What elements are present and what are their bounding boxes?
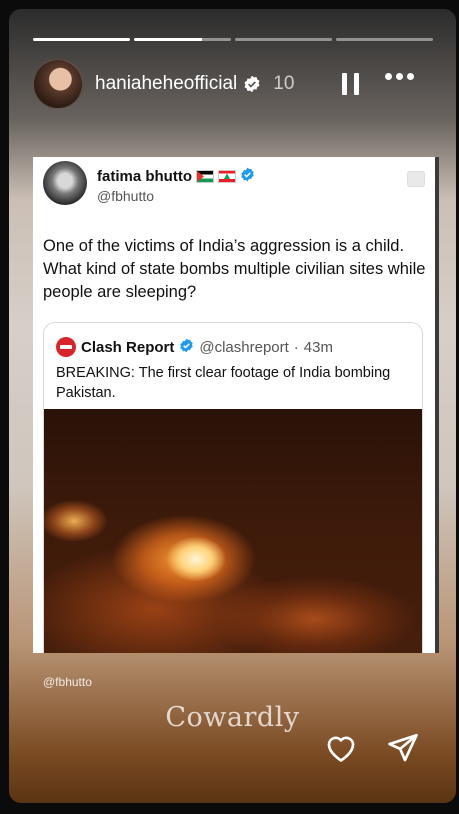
palestine-flag-icon bbox=[196, 170, 214, 183]
quoted-post-text: BREAKING: The first clear footage of Ind… bbox=[56, 365, 391, 401]
meta-separator: · bbox=[293, 338, 299, 356]
quoted-post-video-thumbnail[interactable] bbox=[44, 409, 422, 653]
verified-badge-icon bbox=[240, 167, 255, 186]
post-credit: @fbhutto bbox=[43, 675, 92, 689]
quoted-author-name: Clash Report bbox=[81, 338, 175, 356]
post-author-name: fatima bhutto bbox=[97, 168, 192, 185]
more-options-icon[interactable] bbox=[385, 73, 414, 80]
post-author-handle: @fbhutto bbox=[97, 188, 155, 204]
bookmark-icon bbox=[407, 171, 425, 187]
like-heart-icon[interactable] bbox=[324, 731, 358, 768]
post-author: fatima bhutto @fbhutto bbox=[43, 161, 255, 205]
story-frame: haniaheheofficial 10 fatima bhutto @fbhu… bbox=[9, 9, 456, 803]
progress-segment bbox=[336, 38, 433, 41]
verified-badge-icon bbox=[243, 75, 261, 93]
story-time: 10 bbox=[273, 73, 295, 94]
progress-segment bbox=[33, 38, 130, 41]
lebanon-flag-icon bbox=[218, 170, 236, 183]
quoted-post-time: 43m bbox=[303, 338, 333, 356]
progress-segment-active bbox=[134, 38, 231, 41]
progress-segment bbox=[235, 38, 332, 41]
story-username[interactable]: haniaheheofficial bbox=[95, 73, 237, 95]
clash-report-logo-icon bbox=[56, 337, 76, 357]
pause-icon[interactable] bbox=[339, 71, 363, 97]
send-direct-icon[interactable] bbox=[386, 732, 420, 769]
post-author-avatar bbox=[43, 161, 87, 205]
avatar[interactable] bbox=[33, 59, 83, 109]
story-caption: Cowardly bbox=[165, 702, 300, 733]
story-header: haniaheheofficial 10 bbox=[33, 59, 433, 109]
quoted-author-handle: @clashreport bbox=[199, 338, 289, 356]
quoted-post[interactable]: Clash Report @clashreport · 43m BREAKING: … bbox=[43, 322, 423, 653]
post-text: One of the victims of India’s aggression… bbox=[43, 237, 426, 301]
verified-badge-icon bbox=[179, 338, 194, 357]
shared-post-card[interactable]: fatima bhutto @fbhutto One of the victim… bbox=[33, 157, 439, 653]
story-progress-bar bbox=[33, 38, 433, 41]
